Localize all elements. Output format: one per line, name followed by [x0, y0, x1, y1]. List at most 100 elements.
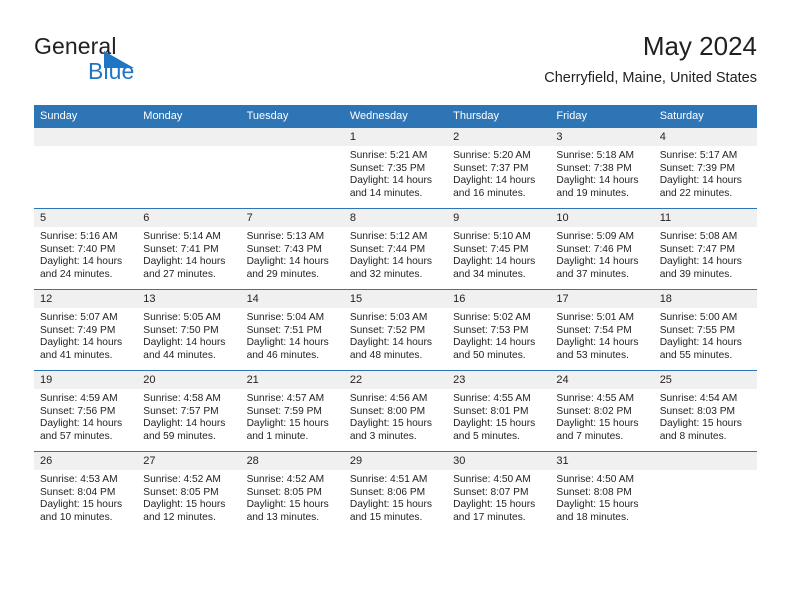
calendar-day-cell[interactable]: 31 Sunrise: 4:50 AM Sunset: 8:08 PM Dayligh… [550, 451, 654, 532]
daylight-text: Daylight: 15 hours and 13 minutes. [246, 499, 329, 523]
calendar-day-cell[interactable]: 11 Sunrise: 5:08 AM Sunset: 7:47 PM Dayligh… [653, 208, 757, 290]
day-cell-inner: 10 Sunrise: 5:09 AM Sunset: 7:46 PM Dayligh… [550, 209, 654, 289]
calendar-day-cell[interactable]: 20 Sunrise: 4:58 AM Sunset: 7:57 PM Dayligh… [137, 370, 241, 452]
sunrise-text: Sunrise: 4:56 AM [349, 393, 428, 404]
day-cell-inner: 24 Sunrise: 4:55 AM Sunset: 8:02 PM Dayligh… [550, 371, 654, 451]
sunset-text: Sunset: 7:41 PM [143, 243, 219, 255]
sunrise-text: Sunrise: 4:52 AM [246, 474, 325, 485]
daylight-text: Daylight: 14 hours and 32 minutes. [349, 256, 432, 280]
day-number: 1 [343, 128, 448, 146]
daylight-text: Daylight: 14 hours and 14 minutes. [349, 175, 432, 199]
day-cell-inner: 11 Sunrise: 5:08 AM Sunset: 7:47 PM Dayligh… [653, 209, 757, 289]
day-number: 12 [34, 290, 138, 308]
day-sun-info: Sunrise: 4:55 AM Sunset: 8:02 PM Daylight:… [550, 389, 653, 443]
calendar-day-cell[interactable]: 5 Sunrise: 5:16 AM Sunset: 7:40 PM Daylight… [34, 208, 138, 290]
calendar-day-cell[interactable]: 8 Sunrise: 5:12 AM Sunset: 7:44 PM Daylight… [343, 208, 448, 290]
day-cell-inner [240, 128, 344, 208]
daylight-text: Daylight: 14 hours and 48 minutes. [349, 337, 432, 361]
calendar-day-cell[interactable]: 15 Sunrise: 5:03 AM Sunset: 7:52 PM Dayligh… [343, 289, 448, 371]
day-cell-inner: 13 Sunrise: 5:05 AM Sunset: 7:50 PM Dayligh… [137, 290, 241, 370]
daylight-text: Daylight: 14 hours and 16 minutes. [453, 175, 536, 199]
calendar-day-cell[interactable]: 22 Sunrise: 4:56 AM Sunset: 8:00 PM Dayligh… [343, 370, 448, 452]
day-cell-inner: 23 Sunrise: 4:55 AM Sunset: 8:01 PM Dayligh… [447, 371, 551, 451]
calendar-day-cell[interactable]: 14 Sunrise: 5:04 AM Sunset: 7:51 PM Dayligh… [240, 289, 344, 371]
calendar-day-cell[interactable]: 12 Sunrise: 5:07 AM Sunset: 7:49 PM Dayligh… [34, 289, 138, 371]
day-cell-inner: 29 Sunrise: 4:51 AM Sunset: 8:06 PM Dayligh… [343, 452, 448, 532]
day-cell-inner: 8 Sunrise: 5:12 AM Sunset: 7:44 PM Daylight… [343, 209, 448, 289]
calendar-day-cell[interactable]: 2 Sunrise: 5:20 AM Sunset: 7:37 PM Daylight… [447, 128, 551, 209]
calendar-page: General Blue May 2024 Cherryfield, Maine… [0, 0, 792, 612]
sunset-text: Sunset: 7:52 PM [349, 324, 426, 336]
calendar-day-cell[interactable]: 21 Sunrise: 4:57 AM Sunset: 7:59 PM Dayligh… [240, 370, 344, 452]
sunset-text: Sunset: 8:05 PM [143, 486, 219, 498]
calendar-week-row: 1 Sunrise: 5:21 AM Sunset: 7:35 PM Daylight… [34, 128, 757, 209]
day-number: 20 [137, 371, 241, 389]
sunrise-text: Sunrise: 4:51 AM [349, 474, 428, 485]
daylight-text: Daylight: 15 hours and 15 minutes. [349, 499, 432, 523]
day-sun-info: Sunrise: 4:51 AM Sunset: 8:06 PM Daylight:… [344, 470, 447, 524]
day-cell-inner: 21 Sunrise: 4:57 AM Sunset: 7:59 PM Dayligh… [240, 371, 344, 451]
calendar-day-cell[interactable]: 10 Sunrise: 5:09 AM Sunset: 7:46 PM Dayligh… [550, 208, 654, 290]
calendar-day-cell[interactable]: 26 Sunrise: 4:53 AM Sunset: 8:04 PM Dayligh… [34, 451, 138, 532]
calendar-day-cell[interactable]: 29 Sunrise: 4:51 AM Sunset: 8:06 PM Dayligh… [343, 451, 448, 532]
day-number: 29 [343, 452, 448, 470]
calendar-day-cell[interactable]: 7 Sunrise: 5:13 AM Sunset: 7:43 PM Daylight… [240, 208, 344, 290]
daylight-text: Daylight: 14 hours and 44 minutes. [143, 337, 226, 361]
logo-text-general: General [34, 33, 117, 59]
calendar-day-cell[interactable]: 27 Sunrise: 4:52 AM Sunset: 8:05 PM Dayligh… [137, 451, 241, 532]
weekday-header-friday: Friday [550, 105, 654, 128]
calendar-day-cell[interactable]: 3 Sunrise: 5:18 AM Sunset: 7:38 PM Daylight… [550, 128, 654, 209]
sunrise-text: Sunrise: 4:59 AM [40, 393, 118, 404]
sunset-text: Sunset: 8:02 PM [556, 405, 632, 417]
day-number: 25 [653, 371, 757, 389]
sunset-text: Sunset: 8:05 PM [246, 486, 322, 498]
daylight-text: Daylight: 15 hours and 7 minutes. [556, 418, 639, 442]
day-cell-inner [34, 128, 138, 208]
calendar-day-cell[interactable]: 18 Sunrise: 5:00 AM Sunset: 7:55 PM Dayligh… [653, 289, 757, 371]
calendar-day-cell[interactable]: 9 Sunrise: 5:10 AM Sunset: 7:45 PM Daylight… [447, 208, 551, 290]
day-number: 4 [653, 128, 757, 146]
calendar-day-cell[interactable]: 6 Sunrise: 5:14 AM Sunset: 7:41 PM Daylight… [137, 208, 241, 290]
sunrise-text: Sunrise: 5:16 AM [40, 231, 118, 242]
sunset-text: Sunset: 8:07 PM [453, 486, 529, 498]
calendar-day-cell[interactable]: 28 Sunrise: 4:52 AM Sunset: 8:05 PM Dayligh… [240, 451, 344, 532]
calendar-day-cell[interactable]: 30 Sunrise: 4:50 AM Sunset: 8:07 PM Dayligh… [447, 451, 551, 532]
calendar-week-row: 19 Sunrise: 4:59 AM Sunset: 7:56 PM Dayligh… [34, 370, 757, 452]
day-cell-inner: 27 Sunrise: 4:52 AM Sunset: 8:05 PM Dayligh… [137, 452, 241, 532]
day-sun-info: Sunrise: 4:53 AM Sunset: 8:04 PM Daylight:… [34, 470, 137, 524]
day-number: 19 [34, 371, 138, 389]
day-sun-info: Sunrise: 5:18 AM Sunset: 7:38 PM Daylight:… [550, 146, 653, 200]
daylight-text: Daylight: 14 hours and 59 minutes. [143, 418, 226, 442]
day-number: 5 [34, 209, 138, 227]
day-cell-inner: 22 Sunrise: 4:56 AM Sunset: 8:00 PM Dayligh… [343, 371, 448, 451]
day-number: 7 [240, 209, 344, 227]
calendar-day-cell[interactable]: 1 Sunrise: 5:21 AM Sunset: 7:35 PM Daylight… [343, 128, 448, 209]
sunrise-text: Sunrise: 4:57 AM [246, 393, 325, 404]
day-sun-info: Sunrise: 4:58 AM Sunset: 7:57 PM Daylight:… [137, 389, 240, 443]
calendar-day-cell[interactable]: 17 Sunrise: 5:01 AM Sunset: 7:54 PM Dayligh… [550, 289, 654, 371]
day-number: 11 [653, 209, 757, 227]
sunset-text: Sunset: 7:38 PM [556, 162, 632, 174]
day-number: 26 [34, 452, 138, 470]
calendar-day-cell[interactable]: 4 Sunrise: 5:17 AM Sunset: 7:39 PM Daylight… [653, 128, 757, 209]
general-blue-logo[interactable]: General Blue [34, 34, 264, 90]
day-cell-inner: 14 Sunrise: 5:04 AM Sunset: 7:51 PM Dayligh… [240, 290, 344, 370]
calendar-day-cell[interactable]: 19 Sunrise: 4:59 AM Sunset: 7:56 PM Dayligh… [34, 370, 138, 452]
calendar-day-cell[interactable]: 16 Sunrise: 5:02 AM Sunset: 7:53 PM Dayligh… [447, 289, 551, 371]
day-number [653, 452, 757, 470]
weekday-header-monday: Monday [137, 105, 241, 128]
daylight-text: Daylight: 15 hours and 8 minutes. [659, 418, 742, 442]
page-subtitle: Cherryfield, Maine, United States [544, 70, 757, 86]
day-number: 21 [240, 371, 344, 389]
day-cell-inner: 28 Sunrise: 4:52 AM Sunset: 8:05 PM Dayligh… [240, 452, 344, 532]
calendar-day-cell[interactable]: 24 Sunrise: 4:55 AM Sunset: 8:02 PM Dayligh… [550, 370, 654, 452]
day-cell-inner: 5 Sunrise: 5:16 AM Sunset: 7:40 PM Daylight… [34, 209, 138, 289]
calendar-day-cell[interactable]: 25 Sunrise: 4:54 AM Sunset: 8:03 PM Dayligh… [653, 370, 757, 452]
day-number: 13 [137, 290, 241, 308]
daylight-text: Daylight: 14 hours and 46 minutes. [246, 337, 329, 361]
calendar-day-cell[interactable]: 13 Sunrise: 5:05 AM Sunset: 7:50 PM Dayligh… [137, 289, 241, 371]
day-cell-inner: 20 Sunrise: 4:58 AM Sunset: 7:57 PM Dayligh… [137, 371, 241, 451]
calendar-day-cell[interactable]: 23 Sunrise: 4:55 AM Sunset: 8:01 PM Dayligh… [447, 370, 551, 452]
day-number: 3 [550, 128, 654, 146]
sunrise-text: Sunrise: 5:18 AM [556, 150, 634, 161]
